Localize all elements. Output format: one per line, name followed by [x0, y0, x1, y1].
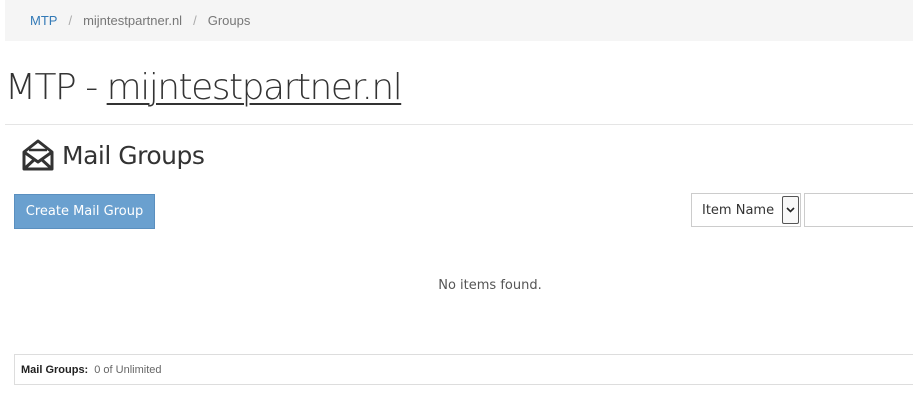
- filter-field-select[interactable]: Item Name: [691, 193, 801, 227]
- dropdown-arrow[interactable]: [782, 196, 799, 224]
- divider: [5, 124, 913, 125]
- breadcrumb-separator: /: [68, 13, 73, 28]
- quota-bar: Mail Groups: 0 of Unlimited: [14, 354, 913, 385]
- breadcrumb-link-mtp[interactable]: MTP: [30, 13, 57, 28]
- breadcrumb: MTP / mijntestpartner.nl / Groups: [5, 0, 913, 41]
- breadcrumb-item-domain[interactable]: mijntestpartner.nl: [83, 13, 182, 28]
- breadcrumb-separator: /: [193, 13, 197, 28]
- section-title: Mail Groups: [62, 140, 205, 170]
- page-title: MTP - mijntestpartner.nl: [5, 64, 403, 112]
- page-title-prefix: MTP -: [5, 67, 107, 108]
- empty-list-message: No items found.: [438, 278, 542, 293]
- create-mail-group-button[interactable]: Create Mail Group: [14, 194, 155, 229]
- filter-selected-value: Item Name: [702, 202, 775, 218]
- envelope-open-icon: [21, 138, 55, 172]
- section-header: Mail Groups: [21, 136, 205, 174]
- chevron-down-icon: [786, 207, 795, 213]
- search-input[interactable]: [804, 193, 913, 227]
- quota-value: 0 of Unlimited: [94, 363, 162, 376]
- page-title-domain-link[interactable]: mijntestpartner.nl: [107, 67, 403, 108]
- breadcrumb-item-groups: Groups: [207, 13, 251, 28]
- quota-label: Mail Groups:: [21, 363, 89, 376]
